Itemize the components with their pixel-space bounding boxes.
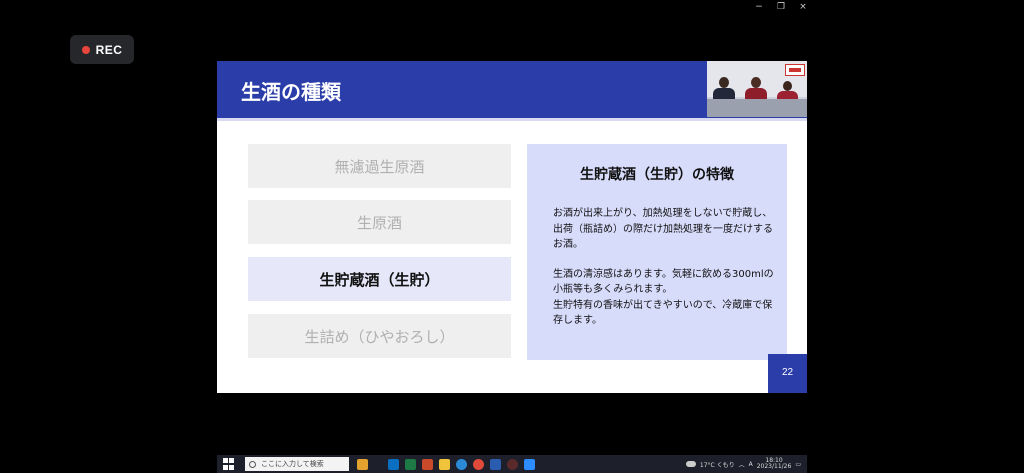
recording-label: REC: [95, 42, 123, 57]
search-placeholder: ここに入力して検索: [261, 460, 324, 468]
ime-indicator[interactable]: A: [749, 461, 753, 468]
chrome-icon[interactable]: [473, 458, 484, 470]
recording-indicator[interactable]: REC: [70, 35, 134, 64]
option-label: 生詰め（ひやおろし）: [304, 327, 455, 346]
panel-paragraph: 生貯特有の香味が出てきやすいので、冷蔵庫で保存します。: [553, 299, 773, 327]
edge-icon[interactable]: [456, 458, 467, 470]
shared-slide: 生酒の種類 無濾過生原酒 生原酒 生貯蔵酒（生貯） 生詰め（ひやおろし） 生貯蔵…: [217, 61, 807, 393]
clock-date: 2023/11/26: [756, 463, 792, 470]
window-controls: − ❐ ×: [748, 0, 814, 14]
option-namachozoshu: 生貯蔵酒（生貯）: [248, 257, 511, 301]
record-dot-icon: [81, 45, 90, 54]
chevron-up-icon[interactable]: ︿: [739, 460, 745, 469]
page-number: 22: [781, 367, 794, 378]
panel-paragraph: お酒が出来上がり、加熱処理をしないで貯蔵し、出荷（瓶詰め）の際だけ加熱処理を一度…: [553, 208, 773, 250]
panel-title: 生貯蔵酒（生貯）の特徴: [580, 167, 734, 183]
option-label: 生原酒: [356, 213, 402, 232]
taskbar-search-box[interactable]: ここに入力して検索: [245, 457, 349, 471]
minimize-button[interactable]: −: [748, 0, 770, 14]
taskbar: ここに入力して検索 17°C くもり ︿ A 18:10 2023/11/26 …: [217, 455, 807, 473]
option-label: 生貯蔵酒（生貯）: [319, 270, 440, 289]
panel-body: お酒が出来上がり、加熱処理をしないで貯蔵し、出荷（瓶詰め）の際だけ加熱処理を一度…: [553, 206, 775, 329]
close-button[interactable]: ×: [792, 0, 814, 14]
option-muroka-namagenshu: 無濾過生原酒: [248, 144, 511, 188]
header-divider: [217, 118, 807, 121]
word-icon[interactable]: [490, 458, 501, 470]
media-player-icon[interactable]: [507, 458, 518, 470]
powerpoint-icon[interactable]: [422, 458, 433, 470]
video-desk: [707, 99, 807, 117]
slide-title: 生酒の種類: [241, 80, 341, 104]
search-icon: [249, 460, 256, 468]
windows-start-icon[interactable]: [223, 458, 235, 470]
taskbar-apps: [357, 458, 535, 470]
zoom-icon[interactable]: [524, 458, 535, 470]
weather-text[interactable]: 17°C くもり: [700, 460, 735, 469]
excel-icon[interactable]: [405, 458, 416, 470]
notification-icon[interactable]: ▭: [795, 461, 801, 468]
system-tray: 17°C くもり ︿ A 18:10 2023/11/26 ▭: [685, 457, 807, 471]
taskbar-clock[interactable]: 18:10 2023/11/26: [756, 457, 792, 471]
option-namazume: 生詰め（ひやおろし）: [248, 314, 511, 358]
logo-icon: [785, 64, 805, 76]
presenter-video-thumbnail[interactable]: [707, 61, 807, 117]
briefcase-icon[interactable]: [357, 458, 368, 470]
panel-paragraph: 生酒の清涼感はあります。気軽に飲める300mlの小瓶等も多くみられます。: [553, 268, 774, 296]
restore-button[interactable]: ❐: [770, 0, 792, 14]
outlook-icon[interactable]: [388, 458, 399, 470]
option-label: 無濾過生原酒: [334, 157, 425, 176]
cloud-icon: [685, 461, 696, 467]
file-explorer-icon[interactable]: [439, 458, 450, 470]
option-namagenshu: 生原酒: [248, 200, 511, 244]
feature-panel: 生貯蔵酒（生貯）の特徴 お酒が出来上がり、加熱処理をしないで貯蔵し、出荷（瓶詰め…: [527, 144, 787, 360]
